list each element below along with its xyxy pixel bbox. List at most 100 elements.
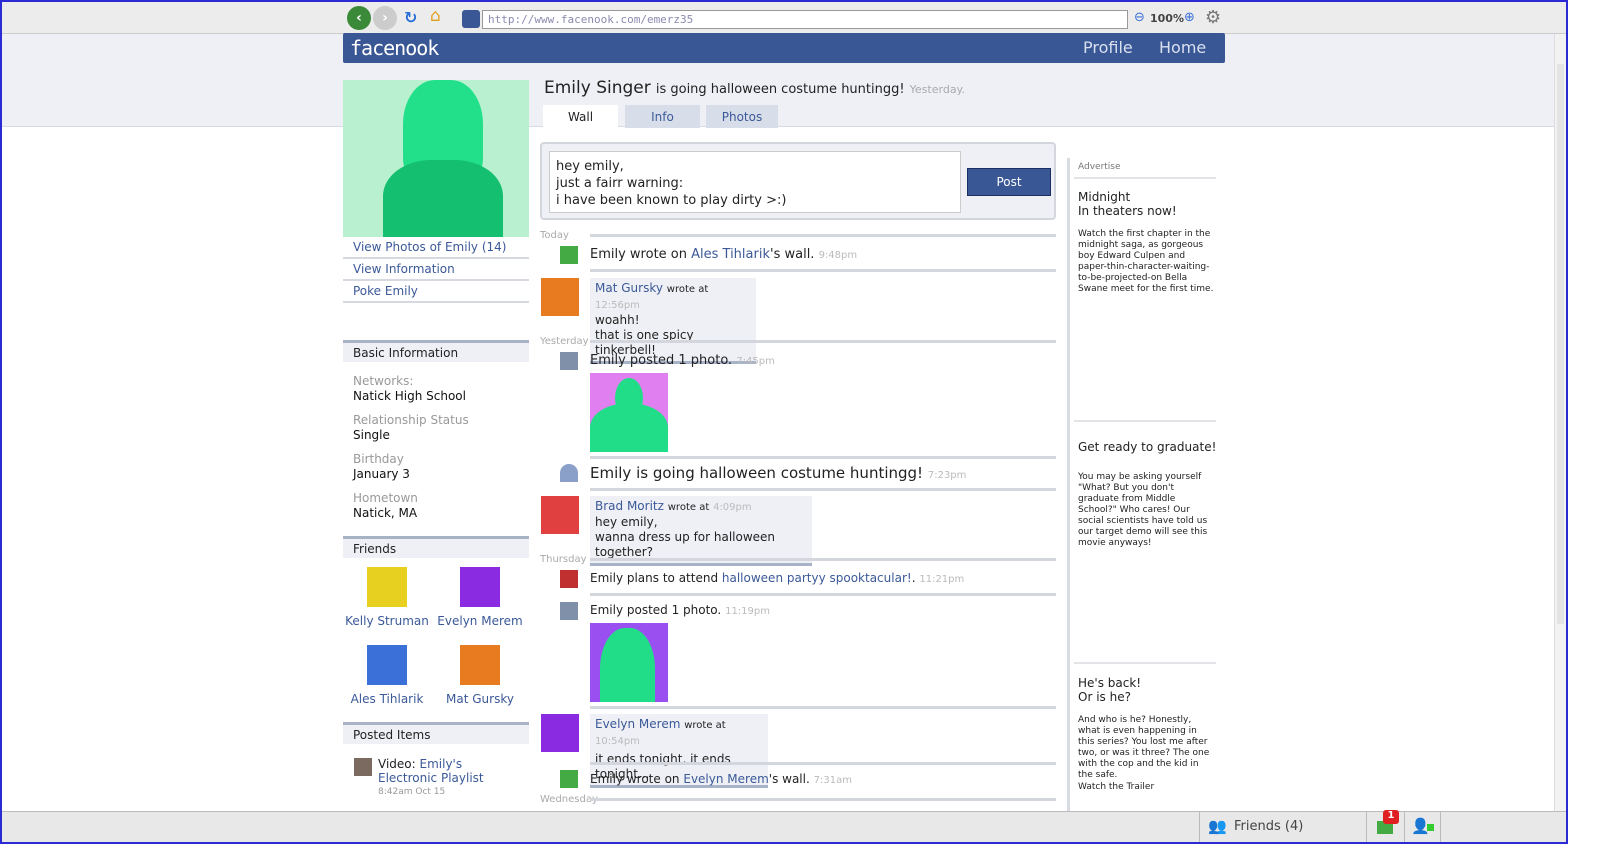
scrollbar[interactable] [1554,34,1566,813]
friend-link[interactable]: Ales Tihlarik [691,247,770,262]
wall-post-input[interactable]: hey emily, just a fairr warning: i have … [549,151,961,213]
posted-item[interactable]: Video: Emily's Electronic Playlist [378,757,523,785]
logo[interactable]: facenook [350,36,439,60]
view-information-link[interactable]: View Information [343,259,529,281]
day-label: Yesterday [540,336,589,347]
url-bar[interactable]: http://www.facenook.com/emerz35 [482,10,1128,29]
friends-chat-button[interactable]: 👥 Friends (4) [1199,812,1367,842]
view-photos-link[interactable]: View Photos of Emily (14) [343,237,529,259]
status-icon [560,464,578,482]
zoom-out-icon[interactable]: ⊖ [1134,10,1145,25]
avatar[interactable] [541,496,579,534]
ad-body: You may be asking yourself "What? But yo… [1078,472,1208,548]
photo-thumbnail[interactable] [590,623,668,702]
author-link[interactable]: Brad Moritz [595,499,664,513]
video-icon [354,758,372,776]
ad-body: Watch the first chapter in the midnight … [1078,229,1214,294]
divider [1074,662,1216,664]
friend-avatar[interactable] [460,567,500,607]
divider [590,234,1056,237]
friends-heading: Friends [343,536,529,558]
ads-divider [1067,158,1070,813]
ad-heading: Midnight In theaters now! [1078,190,1177,218]
ad-heading: Get ready to graduate! [1078,440,1217,454]
basic-info-heading: Basic Information [343,340,529,362]
nav-profile[interactable]: Profile [1083,38,1133,57]
avatar[interactable] [541,714,579,752]
author-link[interactable]: Mat Gursky [595,281,663,295]
day-label: Today [540,230,569,241]
feed-item: Emily wrote on Evelyn Merem's wall. 7:31… [590,772,852,786]
event-link[interactable]: halloween partyy spooktacular! [722,571,912,585]
info-label: Hometown [353,491,418,505]
info-label: Networks: [353,374,414,388]
forward-icon[interactable]: › [373,6,397,30]
watch-trailer-link[interactable]: Watch the Trailer [1078,782,1214,793]
event-icon [560,570,578,588]
chat-bar: 👥 Friends (4) 1 👤 [2,810,1566,842]
friends-chat-label: Friends (4) [1234,819,1304,834]
feed-item: Emily posted 1 photo. 7:45pm [590,353,775,368]
status-time: Yesterday. [909,83,965,96]
wall-post: Mat Gursky wrote at 12:56pm woahh! that i… [590,278,756,364]
tab-wall[interactable]: Wall [543,105,618,128]
feed-item: Emily wrote on Ales Tihlarik's wall. 9:4… [590,247,858,262]
browser-toolbar: ‹ › ↻ ⌂ http://www.facenook.com/emerz35 … [2,2,1566,34]
zoom-level: 100% [1150,12,1184,25]
online-status-button[interactable]: 👤 [1405,812,1441,842]
tab-info[interactable]: Info [625,105,700,128]
wall-post: Brad Moritz wrote at 4:09pm hey emily, wa… [590,496,812,566]
info-label: Birthday [353,452,404,466]
friends-icon: 👥 [1208,817,1227,835]
friend-avatar[interactable] [367,645,407,685]
friend-name[interactable]: Ales Tihlarik [342,692,432,706]
friend-name[interactable]: Evelyn Merem [435,614,525,628]
ad-heading: He's back! Or is he? [1078,676,1142,704]
back-icon[interactable]: ‹ [347,6,371,30]
feed-item: Emily posted 1 photo. 11:19pm [590,603,770,617]
feed-item: Emily plans to attend halloween partyy s… [590,571,965,585]
posted-time: 8:42am Oct 15 [378,787,446,797]
friend-name[interactable]: Mat Gursky [435,692,525,706]
zoom-in-icon[interactable]: ⊕ [1184,10,1195,25]
ad-body: And who is he? Honestly, what is even ha… [1078,715,1210,780]
refresh-icon[interactable]: ↻ [404,8,417,27]
tab-photos[interactable]: Photos [706,105,778,128]
post-button[interactable]: Post [967,168,1051,196]
friend-link[interactable]: Evelyn Merem [683,772,768,786]
divider [1074,177,1216,179]
profile-name: Emily Singer [544,78,651,98]
divider [590,340,1056,343]
author-link[interactable]: Evelyn Merem [595,717,680,731]
info-value: January 3 [353,467,410,481]
info-value: Natick High School [353,389,466,403]
photo-icon [560,352,578,370]
nav-home[interactable]: Home [1159,38,1206,57]
profile-status: is going halloween costume huntingg! [655,82,905,97]
wall-post-icon [560,246,578,264]
settings-icon[interactable]: ⚙ [1205,7,1221,28]
info-label: Relationship Status [353,413,469,427]
info-value: Single [353,428,390,442]
divider [590,456,1056,459]
online-indicator [1427,824,1434,831]
home-icon[interactable]: ⌂ [430,6,441,26]
wall-post-icon [560,770,578,788]
photo-thumbnail[interactable] [590,373,668,452]
friend-name[interactable]: Kelly Struman [342,614,432,628]
browser-window: ‹ › ↻ ⌂ http://www.facenook.com/emerz35 … [0,0,1568,844]
notifications-button[interactable]: 1 [1367,810,1405,842]
divider [1074,420,1216,422]
friend-avatar[interactable] [460,645,500,685]
friend-avatar[interactable] [367,567,407,607]
profile-picture[interactable] [343,80,529,237]
avatar[interactable] [541,278,579,316]
posted-items-heading: Posted Items [343,722,529,744]
divider [590,706,1056,709]
scrollbar-thumb[interactable] [1557,64,1564,624]
poke-link[interactable]: Poke Emily [343,281,529,303]
posted-prefix: Video: [378,757,416,771]
feed-item: Emily is going halloween costume hunting… [590,464,967,482]
site-header: facenook Profile Home [343,33,1225,63]
divider [590,593,1056,596]
